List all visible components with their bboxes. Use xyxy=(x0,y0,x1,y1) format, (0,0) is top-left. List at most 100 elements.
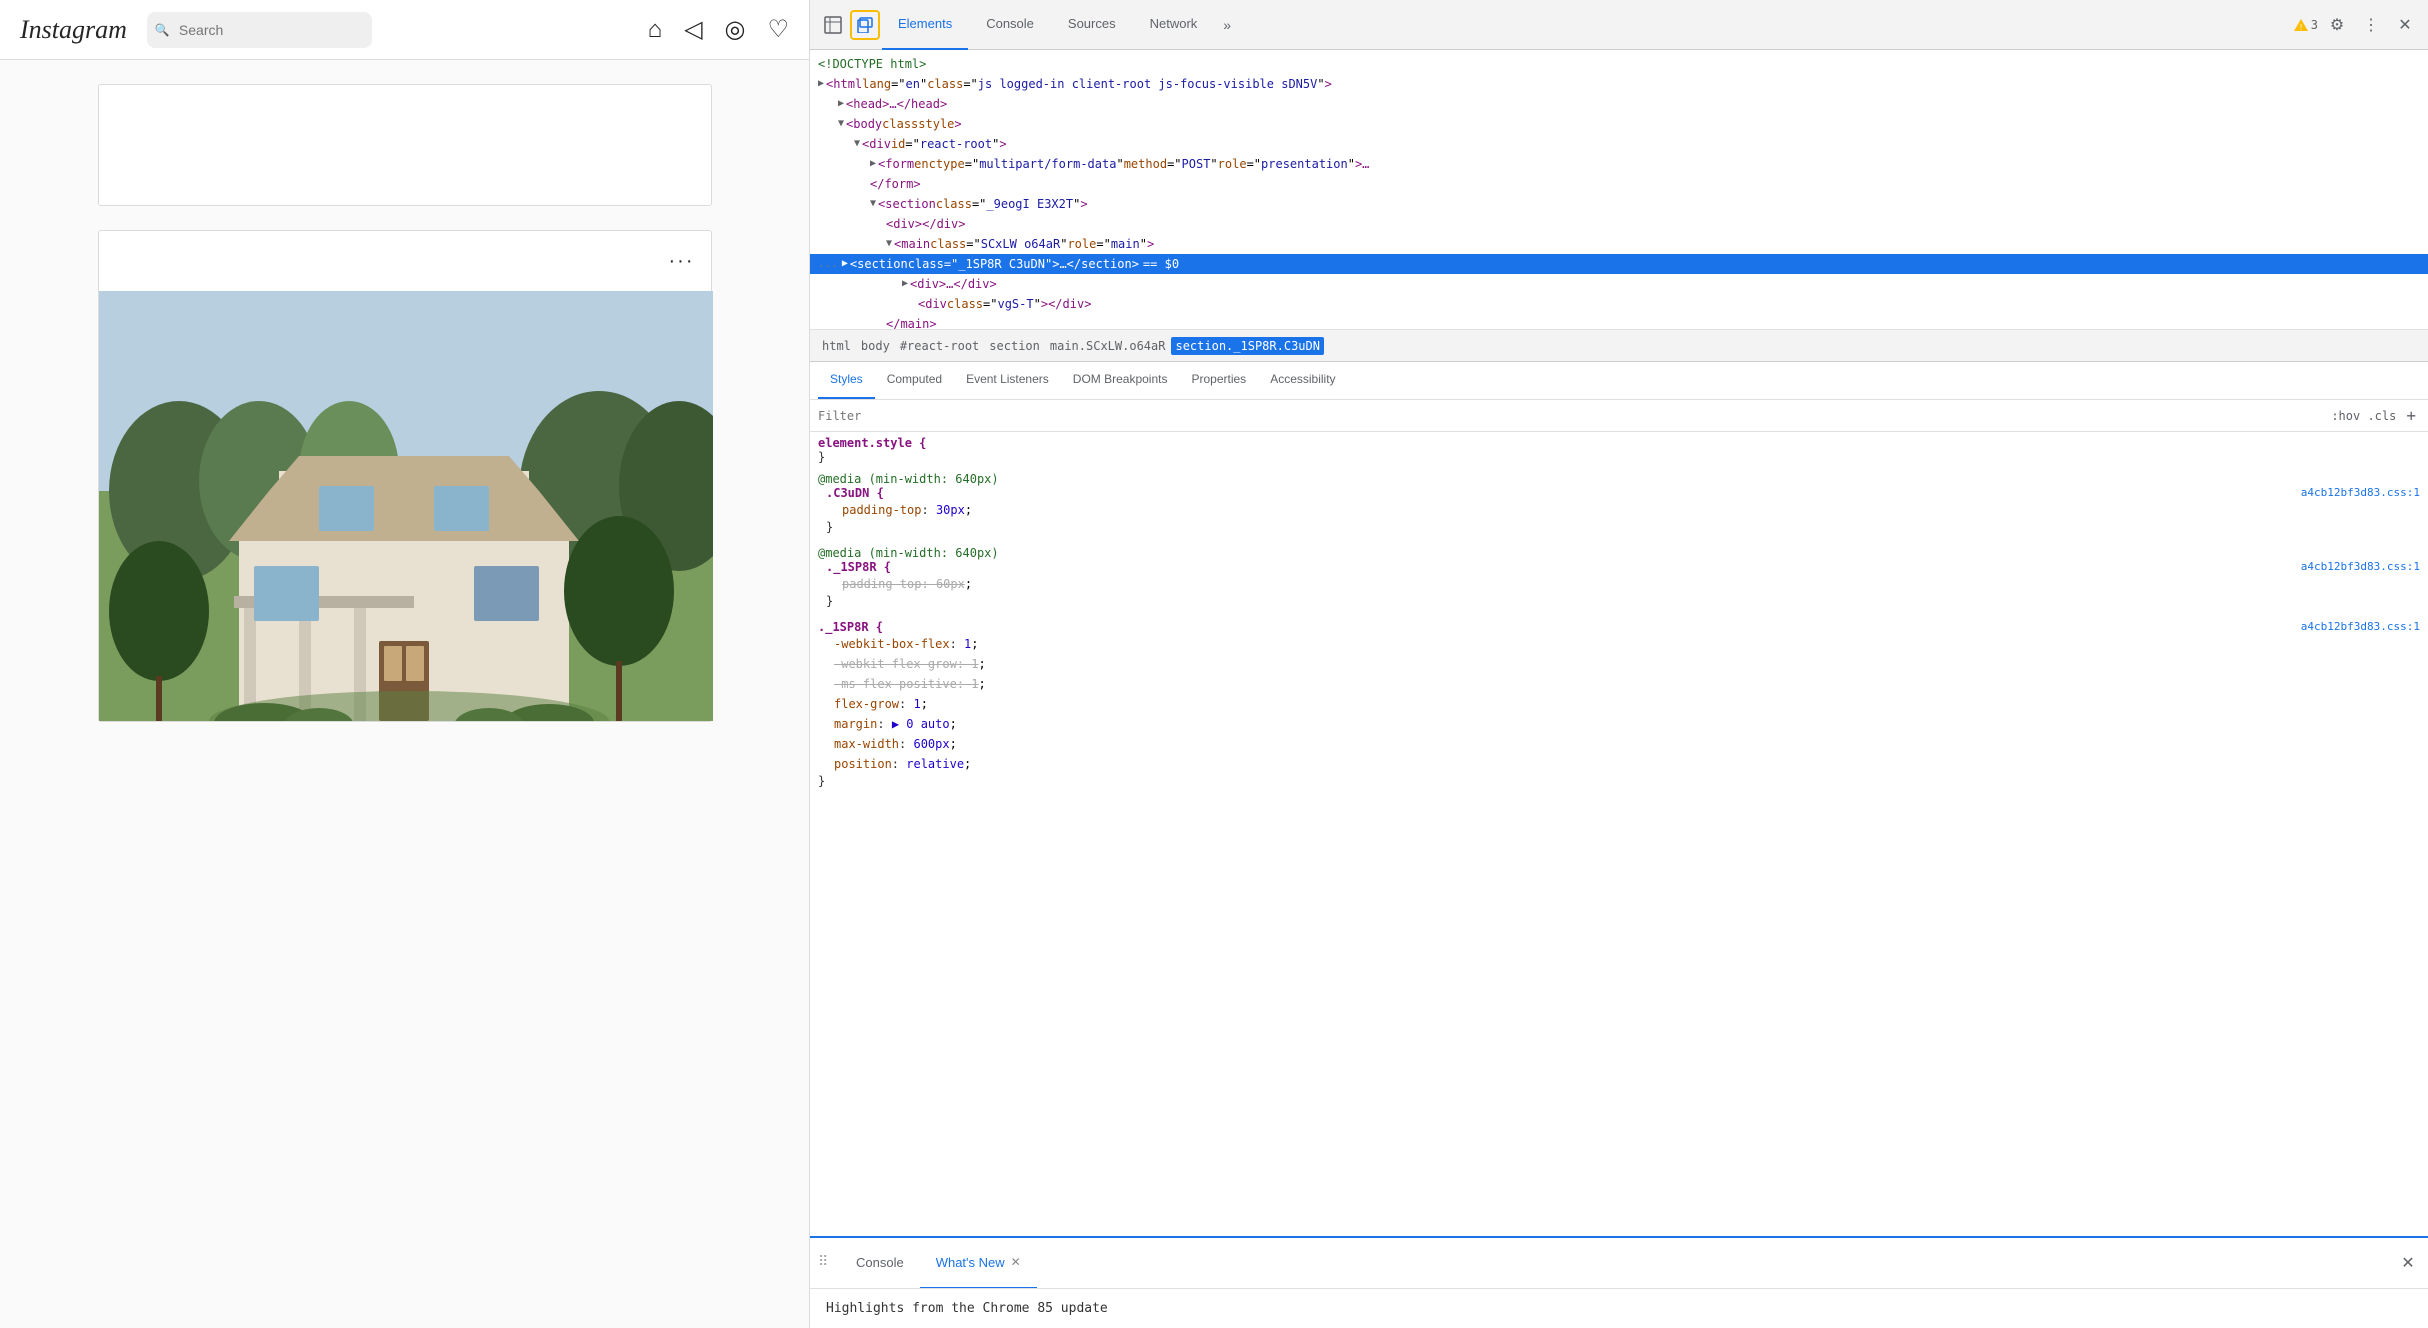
post-more-dots[interactable]: ··· xyxy=(669,250,695,273)
tab-styles[interactable]: Styles xyxy=(818,361,875,399)
triangle-icon[interactable]: ▶ xyxy=(842,254,848,274)
dom-line-body[interactable]: ▼ <body class style > xyxy=(810,114,2428,134)
search-wrap xyxy=(147,12,415,48)
dom-line-form-close[interactable]: </form> xyxy=(810,174,2428,194)
tab-console-bottom[interactable]: Console xyxy=(840,1237,920,1289)
css-rule-1sp8r-media: @media (min-width: 640px) ._1SP8R { a4cb… xyxy=(818,546,2420,608)
house-svg xyxy=(99,291,713,721)
tab-elements[interactable]: Elements xyxy=(882,0,968,50)
instagram-post: ··· xyxy=(98,230,712,722)
css-source-link[interactable]: a4cb12bf3d83.css:1 xyxy=(2301,486,2420,499)
css-media-query: @media (min-width: 640px) xyxy=(818,472,999,486)
tab-network[interactable]: Network xyxy=(1134,0,1214,50)
instagram-nav: ⌂ ◁ ◎ ♡ xyxy=(648,18,789,42)
explore-icon[interactable]: ◎ xyxy=(725,18,746,42)
dom-line-div-empty[interactable]: <div></div> xyxy=(810,214,2428,234)
alert-badge: ! 3 xyxy=(2293,17,2318,33)
css-rule-c3udn-media: @media (min-width: 640px) .C3uDN { a4cb1… xyxy=(818,472,2420,534)
triangle-icon[interactable]: ▼ xyxy=(870,194,876,214)
close-whats-new-button[interactable]: ✕ xyxy=(1011,1255,1021,1269)
styles-filter-input[interactable] xyxy=(818,409,2325,423)
css-line: padding-top: 30px; xyxy=(818,500,2420,520)
triangle-icon[interactable]: ▶ xyxy=(838,94,844,114)
send-icon[interactable]: ◁ xyxy=(684,18,702,42)
devtools-breadcrumb: html body #react-root section main.SCxLW… xyxy=(810,330,2428,362)
tab-computed[interactable]: Computed xyxy=(875,361,954,399)
css-line: max-width: 600px; xyxy=(818,734,2420,754)
device-toolbar-button[interactable] xyxy=(850,10,880,40)
dom-line-form[interactable]: ▶ <form enctype="multipart/form-data" me… xyxy=(810,154,2428,174)
tab-console[interactable]: Console xyxy=(970,0,1050,50)
css-line-strikethrough: padding-top: 60px; xyxy=(818,574,2420,594)
hov-cls-button[interactable]: :hov .cls xyxy=(2325,407,2402,425)
dom-line-html[interactable]: ▶ <html lang="en" class="js logged-in cl… xyxy=(810,74,2428,94)
dom-line-main-close[interactable]: </main> xyxy=(810,314,2428,330)
css-line-strikethrough: -webkit-flex-grow: 1; xyxy=(818,654,2420,674)
svg-text:!: ! xyxy=(2300,23,2302,32)
more-tabs-button[interactable]: » xyxy=(1215,0,1239,50)
breadcrumb-main[interactable]: main.SCxLW.o64aR xyxy=(1046,337,1170,355)
tab-accessibility[interactable]: Accessibility xyxy=(1258,361,1347,399)
css-selector: ._1SP8R { xyxy=(826,560,891,574)
devtools-dom-tree: <!DOCTYPE html> ▶ <html lang="en" class=… xyxy=(810,50,2428,330)
styles-filter-bar: :hov .cls + xyxy=(810,400,2428,432)
breadcrumb-section[interactable]: section xyxy=(985,337,1044,355)
dom-line-section-outer[interactable]: ▼ <section class="_9eogI E3X2T" > xyxy=(810,194,2428,214)
dom-line-div2[interactable]: ▶ <div>…</div> xyxy=(810,274,2428,294)
dom-line-head[interactable]: ▶ <head>…</head> xyxy=(810,94,2428,114)
whats-new-content: Highlights from the Chrome 85 update xyxy=(810,1288,2428,1328)
home-icon[interactable]: ⌂ xyxy=(648,18,663,42)
breadcrumb-section-1sp8r[interactable]: section._1SP8R.C3uDN xyxy=(1171,337,1324,355)
breadcrumb-body[interactable]: body xyxy=(857,337,894,355)
breadcrumb-react-root[interactable]: #react-root xyxy=(896,337,983,355)
instagram-logo: Instagram xyxy=(20,15,127,45)
inspect-element-button[interactable] xyxy=(818,10,848,40)
search-input[interactable] xyxy=(147,12,372,48)
dom-line-main[interactable]: ▼ <main class="SCxLW o64aR " role="main"… xyxy=(810,234,2428,254)
close-devtools-button[interactable]: ✕ xyxy=(2390,10,2420,40)
breadcrumb-html[interactable]: html xyxy=(818,337,855,355)
css-rule-1sp8r: ._1SP8R { a4cb12bf3d83.css:1 -webkit-box… xyxy=(818,620,2420,788)
settings-button[interactable]: ⚙ xyxy=(2322,10,2352,40)
dom-line-div-react[interactable]: ▼ <div id="react-root" > xyxy=(810,134,2428,154)
post-header: ··· xyxy=(99,231,711,291)
tab-sources[interactable]: Sources xyxy=(1052,0,1132,50)
dom-line-div-vgst[interactable]: <div class="vgS-T" ></div> xyxy=(810,294,2428,314)
triangle-icon[interactable]: ▶ xyxy=(818,74,824,94)
triangle-icon[interactable]: ▶ xyxy=(902,274,908,294)
css-source-link[interactable]: a4cb12bf3d83.css:1 xyxy=(2301,560,2420,573)
devtools-bottom-bar: ⠿ Console What's New ✕ ✕ xyxy=(810,1236,2428,1288)
css-line-strikethrough: -ms-flex-positive: 1; xyxy=(818,674,2420,694)
styles-panel-tabs: Styles Computed Event Listeners DOM Brea… xyxy=(810,362,2428,400)
triangle-icon[interactable]: ▼ xyxy=(838,114,844,134)
css-source-link[interactable]: a4cb12bf3d83.css:1 xyxy=(2301,620,2420,633)
tab-whats-new[interactable]: What's New ✕ xyxy=(920,1237,1037,1289)
css-line: flex-grow: 1; xyxy=(818,694,2420,714)
alert-count: 3 xyxy=(2311,18,2318,32)
instagram-feed: ··· xyxy=(98,60,712,746)
triangle-icon[interactable]: ▼ xyxy=(854,134,860,154)
devtools-topbar: Elements Console Sources Network » ! 3 ⚙… xyxy=(810,0,2428,50)
more-options-button[interactable]: ⋮ xyxy=(2356,10,2386,40)
drag-handle-icon[interactable]: ⠿ xyxy=(818,1254,836,1272)
close-bottom-panel-button[interactable]: ✕ xyxy=(2396,1251,2420,1275)
css-selector: ._1SP8R { xyxy=(818,620,883,634)
story-bar xyxy=(98,84,712,206)
triangle-icon[interactable]: ▼ xyxy=(886,234,892,254)
css-line: position: relative; xyxy=(818,754,2420,774)
tab-event-listeners[interactable]: Event Listeners xyxy=(954,361,1061,399)
instagram-panel: Instagram ⌂ ◁ ◎ ♡ ··· xyxy=(0,0,810,1328)
dom-line-section-selected[interactable]: ... ▶ <section class="_1SP8R C3uDN " >…<… xyxy=(810,254,2428,274)
whats-new-text: Highlights from the Chrome 85 update xyxy=(826,1301,1108,1316)
triangle-icon[interactable]: ▶ xyxy=(870,154,876,174)
styles-rules-panel: element.style { } @media (min-width: 640… xyxy=(810,436,2428,1236)
heart-icon[interactable]: ♡ xyxy=(767,18,789,42)
dom-line-doctype[interactable]: <!DOCTYPE html> xyxy=(810,54,2428,74)
css-selector: .C3uDN { xyxy=(826,486,884,500)
css-selector: element.style { xyxy=(818,436,926,450)
post-image xyxy=(99,291,713,721)
tab-dom-breakpoints[interactable]: DOM Breakpoints xyxy=(1061,361,1180,399)
tab-properties[interactable]: Properties xyxy=(1179,361,1258,399)
devtools-right-icons: ! 3 ⚙ ⋮ ✕ xyxy=(2293,10,2420,40)
add-style-rule-button[interactable]: + xyxy=(2402,406,2420,425)
